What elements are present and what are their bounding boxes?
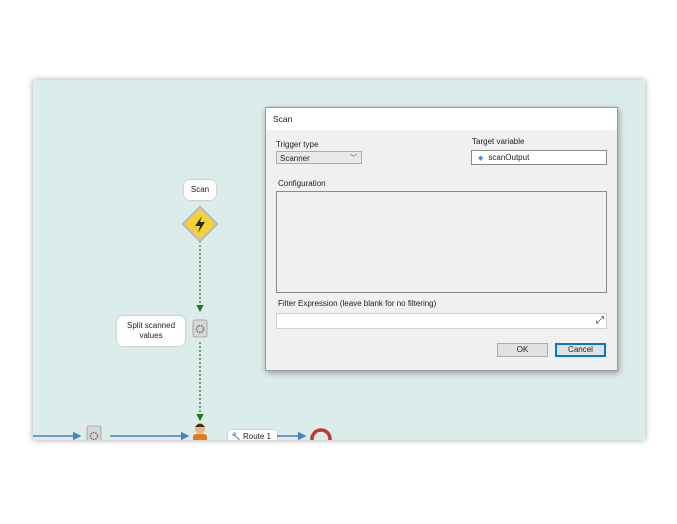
variable-icon: ◆ (478, 155, 484, 162)
ok-button[interactable]: OK (497, 343, 548, 357)
scan-dialog: Scan Trigger type Scanner ﹀ Target varia… (265, 107, 618, 371)
wrench-icon: 🔧 (231, 432, 241, 440)
route-label-text: Route 1 (242, 432, 271, 440)
trigger-type-value: Scanner (280, 154, 310, 163)
configuration-panel[interactable] (276, 191, 607, 293)
filter-expression-input[interactable]: ⤢ (276, 313, 607, 329)
target-variable-field[interactable]: ◆ scanOutput (471, 150, 607, 165)
target-variable-label: Target variable (472, 137, 525, 146)
configuration-label: Configuration (278, 179, 326, 188)
chevron-down-icon: ﹀ (350, 155, 357, 162)
filter-expression-label: Filter Expression (leave blank for no fi… (278, 299, 437, 308)
trigger-type-label: Trigger type (276, 140, 319, 149)
scan-trigger-node[interactable] (181, 205, 219, 243)
scan-node-label: Scan (184, 180, 216, 200)
target-variable-value: scanOutput (488, 153, 530, 162)
end-ring-icon[interactable] (310, 428, 332, 440)
route-label[interactable]: 🔧 Route 1 (228, 430, 277, 440)
trigger-type-select[interactable]: Scanner ﹀ (276, 151, 362, 164)
split-node-label: Split scanned values (117, 316, 185, 346)
split-action-node[interactable] (192, 319, 208, 338)
bottom-action-node[interactable] (86, 425, 102, 440)
expand-icon[interactable]: ⤢ (596, 315, 604, 327)
dialog-title: Scan (266, 108, 617, 130)
user-task-node[interactable] (193, 423, 207, 441)
cancel-button[interactable]: Cancel (555, 343, 606, 357)
